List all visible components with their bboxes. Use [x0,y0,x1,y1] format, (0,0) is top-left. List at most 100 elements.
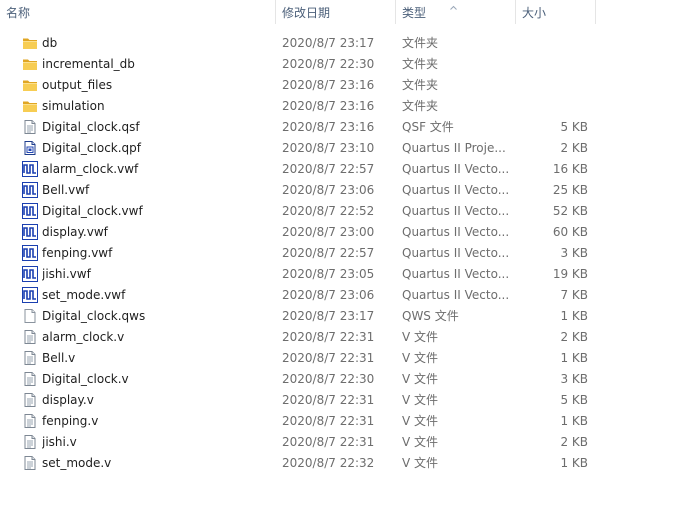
file-name: Digital_clock.qsf [42,120,140,134]
column-divider[interactable] [595,0,596,24]
file-modified-date: 2020/8/7 22:30 [282,57,375,71]
file-type: QWS 文件 [402,309,459,323]
text-file-icon [22,350,38,366]
text-file-icon [22,371,38,387]
file-row[interactable]: db 2020/8/7 23:17 文件夹 [0,33,696,54]
file-row[interactable]: fenping.v 2020/8/7 22:31 V 文件 1 KB [0,411,696,432]
file-row[interactable]: alarm_clock.vwf 2020/8/7 22:57 Quartus II … [0,159,696,180]
file-name: set_mode.vwf [42,288,126,302]
file-size: 2 KB [560,435,588,449]
file-row[interactable]: Bell.vwf 2020/8/7 23:06 Quartus II Vecto..… [0,180,696,201]
file-name: output_files [42,78,113,92]
file-type: Quartus II Vecto... [402,267,510,281]
file-modified-date: 2020/8/7 22:31 [282,351,375,365]
file-modified-date: 2020/8/7 23:10 [282,141,375,155]
quartus-project-icon [22,140,38,156]
waveform-icon [22,224,38,240]
file-row[interactable]: display.v 2020/8/7 22:31 V 文件 5 KB [0,390,696,411]
file-size: 3 KB [560,372,588,386]
file-size: 16 KB [552,162,588,176]
file-type: 文件夹 [402,99,439,113]
column-header-name[interactable]: 名称 [0,0,275,24]
file-modified-date: 2020/8/7 22:31 [282,330,375,344]
file-size: 1 KB [560,456,588,470]
file-modified-date: 2020/8/7 22:57 [282,246,375,260]
file-row[interactable]: Bell.v 2020/8/7 22:31 V 文件 1 KB [0,348,696,369]
file-type: V 文件 [402,414,439,428]
file-modified-date: 2020/8/7 23:05 [282,267,375,281]
file-size: 52 KB [552,204,588,218]
file-modified-date: 2020/8/7 23:06 [282,288,375,302]
file-explorer-list: 名称 修改日期 类型 大小 db 2020/8/7 23:17 文件夹 increme… [0,0,696,528]
file-row[interactable]: output_files 2020/8/7 23:16 文件夹 [0,75,696,96]
file-name: set_mode.v [42,456,112,470]
file-row[interactable]: alarm_clock.v 2020/8/7 22:31 V 文件 2 KB [0,327,696,348]
file-name: alarm_clock.v [42,330,125,344]
file-size: 19 KB [552,267,588,281]
folder-icon [22,56,38,72]
file-row[interactable]: set_mode.vwf 2020/8/7 23:06 Quartus II Vec… [0,285,696,306]
file-modified-date: 2020/8/7 23:16 [282,99,375,113]
file-name: display.v [42,393,94,407]
text-file-icon [22,413,38,429]
file-type: V 文件 [402,456,439,470]
file-name: alarm_clock.vwf [42,162,139,176]
file-row[interactable]: display.vwf 2020/8/7 23:00 Quartus II Vect… [0,222,696,243]
file-type: 文件夹 [402,57,439,71]
file-modified-date: 2020/8/7 23:06 [282,183,375,197]
file-row[interactable]: Digital_clock.vwf 2020/8/7 22:52 Quartus I… [0,201,696,222]
file-modified-date: 2020/8/7 22:32 [282,456,375,470]
file-type: Quartus II Vecto... [402,204,510,218]
file-type: Quartus II Vecto... [402,183,510,197]
file-size: 5 KB [560,120,588,134]
folder-icon [22,77,38,93]
file-size: 25 KB [552,183,588,197]
file-row[interactable]: fenping.vwf 2020/8/7 22:57 Quartus II Vect… [0,243,696,264]
file-name: fenping.v [42,414,99,428]
file-type: V 文件 [402,393,439,407]
folder-icon [22,35,38,51]
file-row[interactable]: Digital_clock.qpf 2020/8/7 23:10 Quartus I… [0,138,696,159]
file-type: QSF 文件 [402,120,454,134]
file-name: simulation [42,99,105,113]
file-name: Bell.vwf [42,183,90,197]
file-size: 1 KB [560,414,588,428]
file-size: 5 KB [560,393,588,407]
file-size: 1 KB [560,351,588,365]
file-row[interactable]: incremental_db 2020/8/7 22:30 文件夹 [0,54,696,75]
file-type: 文件夹 [402,78,439,92]
file-name: Digital_clock.qpf [42,141,142,155]
text-file-icon [22,119,38,135]
file-name: jishi.vwf [42,267,91,281]
file-row[interactable]: set_mode.v 2020/8/7 22:32 V 文件 1 KB [0,453,696,474]
file-name: fenping.vwf [42,246,113,260]
file-row[interactable]: Digital_clock.v 2020/8/7 22:30 V 文件 3 KB [0,369,696,390]
file-size [520,33,588,54]
sort-up-icon [450,0,457,10]
waveform-icon [22,266,38,282]
file-size: 2 KB [560,330,588,344]
column-header-modified[interactable]: 修改日期 [276,0,395,24]
file-modified-date: 2020/8/7 22:31 [282,393,375,407]
file-row[interactable]: Digital_clock.qsf 2020/8/7 23:16 QSF 文件 5 K… [0,117,696,138]
text-file-icon [22,329,38,345]
blank-file-icon [22,308,38,324]
file-modified-date: 2020/8/7 23:16 [282,78,375,92]
file-size [520,54,588,75]
file-type: V 文件 [402,435,439,449]
file-row[interactable]: Digital_clock.qws 2020/8/7 23:17 QWS 文件 1 K… [0,306,696,327]
file-row[interactable]: simulation 2020/8/7 23:16 文件夹 [0,96,696,117]
waveform-icon [22,287,38,303]
file-name: display.vwf [42,225,108,239]
column-header-size[interactable]: 大小 [516,0,595,24]
file-type: Quartus II Vecto... [402,288,510,302]
waveform-icon [22,182,38,198]
file-modified-date: 2020/8/7 23:00 [282,225,375,239]
folder-icon [22,98,38,114]
file-row[interactable]: jishi.v 2020/8/7 22:31 V 文件 2 KB [0,432,696,453]
file-size: 3 KB [560,246,588,260]
file-size: 1 KB [560,309,588,323]
file-modified-date: 2020/8/7 22:57 [282,162,375,176]
file-row[interactable]: jishi.vwf 2020/8/7 23:05 Quartus II Vecto.… [0,264,696,285]
waveform-icon [22,245,38,261]
